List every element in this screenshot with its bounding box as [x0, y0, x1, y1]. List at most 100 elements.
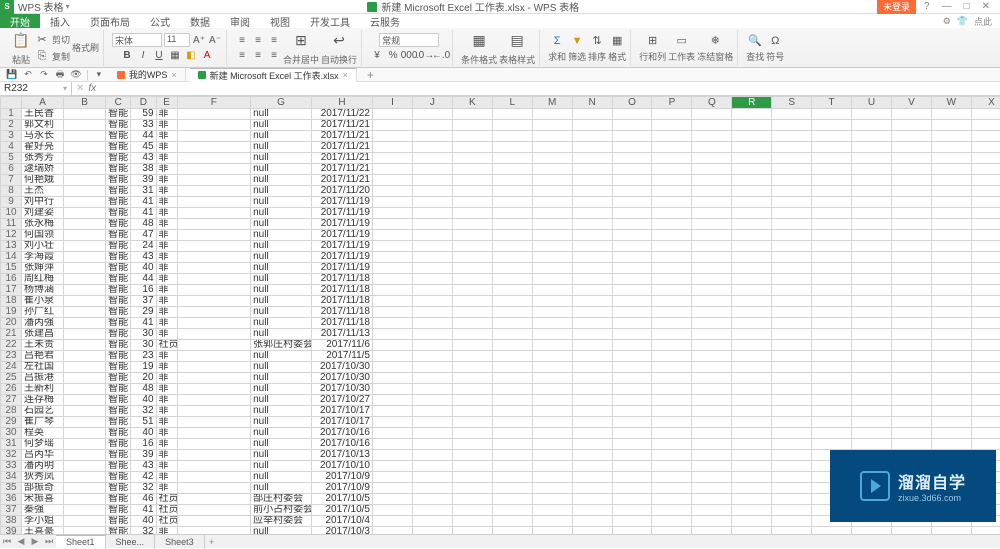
cell[interactable]: null — [251, 329, 312, 340]
cell[interactable]: 2017/10/3 — [312, 527, 373, 535]
cell[interactable] — [492, 307, 532, 318]
col-header-H[interactable]: H — [312, 97, 373, 109]
cell[interactable] — [532, 175, 572, 186]
cell[interactable] — [971, 142, 1000, 153]
cell[interactable] — [732, 120, 772, 131]
cell[interactable] — [971, 395, 1000, 406]
cell[interactable] — [891, 197, 931, 208]
cell[interactable]: 菲 — [156, 230, 177, 241]
cell[interactable] — [931, 263, 971, 274]
cell[interactable] — [692, 406, 732, 417]
minimize-icon[interactable]: — — [938, 1, 956, 12]
cell[interactable]: 智能 — [106, 307, 131, 318]
cell[interactable] — [812, 362, 852, 373]
cell[interactable] — [572, 230, 612, 241]
cell[interactable] — [532, 164, 572, 175]
cell[interactable]: 周红梅 — [22, 274, 64, 285]
cell[interactable] — [612, 153, 652, 164]
font-shrink-icon[interactable]: A⁻ — [208, 33, 222, 47]
cell[interactable] — [852, 208, 892, 219]
cell[interactable] — [852, 175, 892, 186]
row-header[interactable]: 1 — [1, 109, 22, 120]
cell[interactable] — [612, 263, 652, 274]
cell[interactable] — [612, 241, 652, 252]
cell[interactable]: null — [251, 395, 312, 406]
cell[interactable]: 菲 — [156, 472, 177, 483]
cell[interactable] — [772, 131, 812, 142]
cell[interactable] — [64, 252, 106, 263]
cell[interactable] — [652, 527, 692, 535]
row-header[interactable]: 18 — [1, 296, 22, 307]
row-header[interactable]: 4 — [1, 142, 22, 153]
cell[interactable] — [452, 274, 492, 285]
cell[interactable] — [652, 362, 692, 373]
cell[interactable]: 2017/11/19 — [312, 219, 373, 230]
cell[interactable] — [891, 318, 931, 329]
cell[interactable]: 智能 — [106, 461, 131, 472]
cell[interactable] — [692, 219, 732, 230]
cell[interactable] — [452, 208, 492, 219]
cell[interactable] — [971, 263, 1000, 274]
cell[interactable] — [572, 483, 612, 494]
cell[interactable]: 菲 — [156, 417, 177, 428]
cell[interactable] — [612, 472, 652, 483]
cell[interactable] — [852, 241, 892, 252]
cell[interactable] — [732, 230, 772, 241]
cell[interactable] — [412, 340, 452, 351]
cell[interactable] — [931, 109, 971, 120]
col-header-M[interactable]: M — [532, 97, 572, 109]
cell[interactable]: null — [251, 120, 312, 131]
cell[interactable] — [852, 219, 892, 230]
cell[interactable] — [732, 241, 772, 252]
cell[interactable] — [492, 120, 532, 131]
cell[interactable] — [652, 142, 692, 153]
cell[interactable] — [692, 142, 732, 153]
cell[interactable] — [177, 142, 251, 153]
cell[interactable] — [572, 285, 612, 296]
cell[interactable] — [692, 252, 732, 263]
cell[interactable]: null — [251, 263, 312, 274]
cell[interactable] — [492, 131, 532, 142]
cell[interactable] — [652, 197, 692, 208]
cell[interactable] — [852, 131, 892, 142]
cell[interactable] — [692, 472, 732, 483]
cell[interactable] — [971, 318, 1000, 329]
cell[interactable] — [812, 230, 852, 241]
cell[interactable] — [732, 252, 772, 263]
cell[interactable]: null — [251, 109, 312, 120]
cell[interactable] — [812, 439, 852, 450]
cell[interactable] — [532, 186, 572, 197]
align-middle-icon[interactable]: ≡ — [251, 33, 265, 47]
cell[interactable] — [852, 153, 892, 164]
cell[interactable] — [891, 153, 931, 164]
row-header[interactable]: 10 — [1, 208, 22, 219]
cell[interactable]: 菲 — [156, 186, 177, 197]
col-header-E[interactable]: E — [156, 97, 177, 109]
cell[interactable] — [373, 285, 413, 296]
cell[interactable] — [572, 197, 612, 208]
cell[interactable] — [452, 263, 492, 274]
cell[interactable]: 41 — [131, 505, 156, 516]
cell[interactable] — [852, 428, 892, 439]
cell[interactable] — [692, 153, 732, 164]
cell[interactable]: 2017/10/27 — [312, 395, 373, 406]
cell[interactable] — [652, 175, 692, 186]
cell[interactable] — [732, 494, 772, 505]
cell[interactable] — [452, 329, 492, 340]
cell[interactable] — [532, 516, 572, 527]
cell[interactable]: 郭文利 — [22, 120, 64, 131]
cell[interactable] — [492, 164, 532, 175]
cell[interactable] — [177, 483, 251, 494]
cell[interactable] — [652, 230, 692, 241]
cell[interactable] — [177, 219, 251, 230]
cell[interactable] — [412, 120, 452, 131]
cell[interactable] — [412, 296, 452, 307]
cell[interactable]: 16 — [131, 285, 156, 296]
cell[interactable] — [412, 307, 452, 318]
cell[interactable] — [492, 516, 532, 527]
cell[interactable] — [532, 296, 572, 307]
cell[interactable] — [931, 417, 971, 428]
cell[interactable] — [412, 384, 452, 395]
cell[interactable] — [931, 428, 971, 439]
find-icon[interactable]: 🔍 — [747, 33, 763, 49]
